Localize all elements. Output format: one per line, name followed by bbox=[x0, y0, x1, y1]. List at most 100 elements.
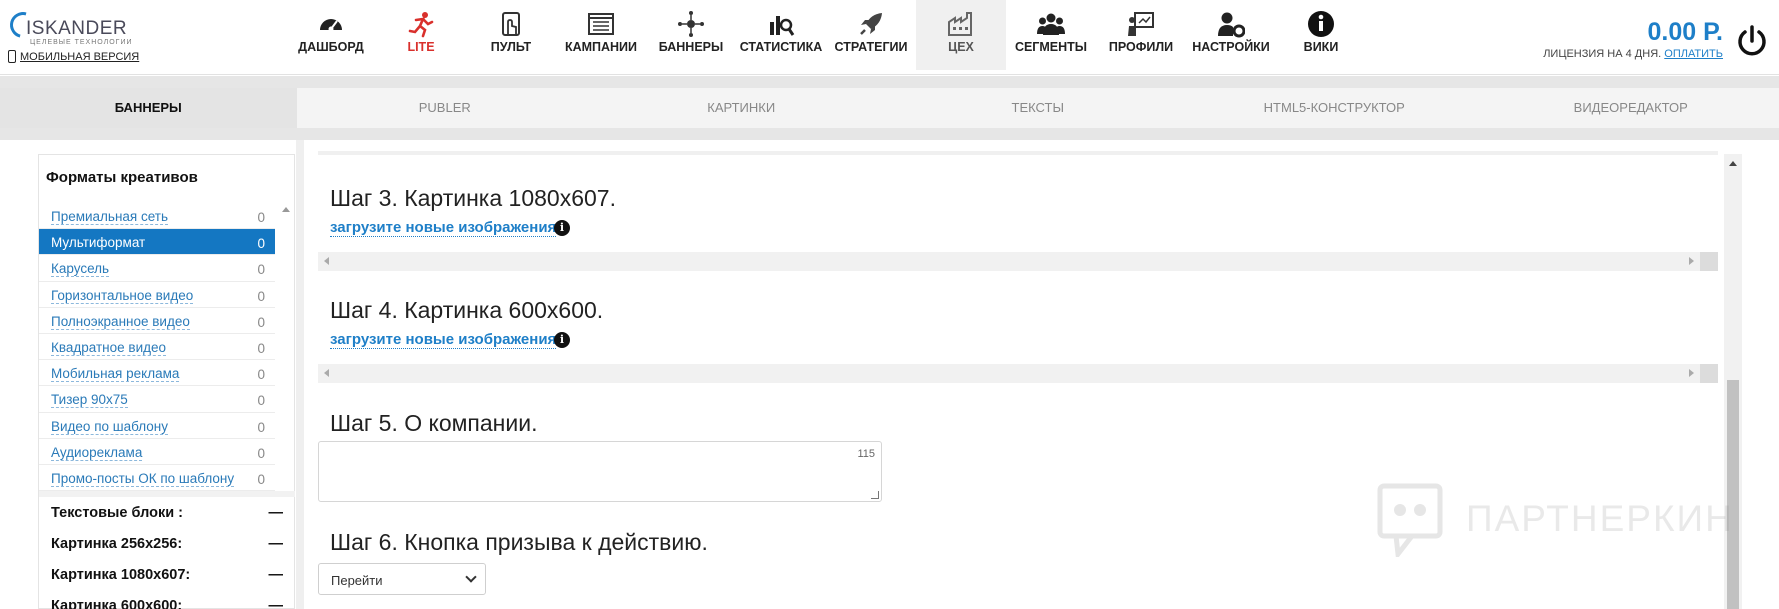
format-name: Промо-посты ОК по шаблону bbox=[51, 470, 235, 487]
pay-link[interactable]: ОПЛАТИТЬ bbox=[1664, 48, 1723, 60]
creative-formats-title: Форматы креативов bbox=[46, 169, 198, 186]
subnav-publer[interactable]: PUBLER bbox=[297, 88, 594, 128]
sub-nav: БАННЕРЫ PUBLER КАРТИНКИ ТЕКСТЫ HTML5-КОН… bbox=[0, 88, 1779, 128]
subnav-banners[interactable]: БАННЕРЫ bbox=[0, 88, 297, 128]
resize-grip-icon[interactable] bbox=[871, 491, 879, 499]
main-nav: ДАШБОРД LITE ПУЛЬТ КАМПАНИИ БАННЕРЫ СТАТ… bbox=[286, 0, 1366, 70]
chart-search-icon bbox=[770, 16, 795, 36]
format-item[interactable]: Премиальная сеть 0 bbox=[39, 203, 275, 230]
format-name: Мультиформат bbox=[51, 235, 146, 251]
stat-value: — bbox=[268, 598, 284, 609]
scroll-left-icon[interactable] bbox=[324, 369, 329, 377]
subnav-html5-builder[interactable]: HTML5-КОНСТРУКТОР bbox=[1186, 88, 1483, 128]
format-item[interactable]: Горизонтальное видео 0 bbox=[39, 282, 275, 308]
nav-strategies-label: СТРАТЕГИИ bbox=[834, 40, 908, 54]
license-text: ЛИЦЕНЗИЯ НА 4 ДНЯ. bbox=[1543, 48, 1662, 60]
char-counter: 115 bbox=[857, 448, 875, 460]
format-item[interactable]: Мобильная реклама 0 bbox=[39, 360, 275, 387]
nav-campaigns-label: КАМПАНИИ bbox=[564, 40, 638, 54]
format-count: 0 bbox=[257, 314, 265, 330]
mobile-version-label: МОБИЛЬНАЯ ВЕРСИЯ bbox=[20, 51, 140, 63]
step4-image-scroller[interactable] bbox=[318, 364, 1718, 383]
page-scrollbar[interactable] bbox=[1724, 154, 1742, 609]
format-item[interactable]: Полноэкранное видео 0 bbox=[39, 308, 275, 334]
step3-title: Шаг 3. Картинка 1080x607. bbox=[330, 185, 616, 211]
format-name: Премиальная сеть bbox=[51, 209, 169, 225]
subnav-images[interactable]: КАРТИНКИ bbox=[593, 88, 890, 128]
format-count: 0 bbox=[257, 367, 265, 383]
nav-banners-label: БАННЕРЫ bbox=[658, 40, 724, 54]
stat-label: Текстовые блоки : bbox=[51, 505, 183, 521]
info-icon[interactable]: i bbox=[554, 332, 570, 348]
step3-image-scroller[interactable] bbox=[318, 252, 1718, 271]
scroll-up-arrow-icon[interactable] bbox=[282, 207, 290, 212]
nav-dashboard[interactable]: ДАШБОРД bbox=[286, 0, 376, 70]
format-item[interactable]: Аудиореклама 0 bbox=[39, 439, 275, 465]
app-root: ISKANDER ЦЕЛЕВЫЕ ТЕХНОЛОГИИ МОБИЛЬНАЯ ВЕ… bbox=[0, 0, 1779, 609]
format-item[interactable]: Карусель 0 bbox=[39, 255, 275, 282]
nav-wiki[interactable]: ВИКИ bbox=[1276, 0, 1366, 70]
info-icon[interactable]: i bbox=[554, 220, 570, 236]
step6-title: Шаг 6. Кнопка призыва к действию. bbox=[330, 529, 708, 555]
nav-settings-label: НАСТРОЙКИ bbox=[1192, 40, 1270, 54]
nav-segments-label: СЕГМЕНТЫ bbox=[1014, 40, 1088, 54]
nav-pult[interactable]: ПУЛЬТ bbox=[466, 0, 556, 70]
chevron-down-icon bbox=[465, 571, 477, 583]
nav-statistics-label: СТАТИСТИКА bbox=[739, 40, 823, 54]
subnav-bottom-strip bbox=[0, 128, 1779, 140]
nav-pult-label: ПУЛЬТ bbox=[490, 40, 532, 54]
cta-select[interactable]: Перейти bbox=[318, 563, 486, 595]
format-count: 0 bbox=[257, 340, 265, 356]
hub-icon bbox=[678, 11, 704, 37]
watermark-text: ПАРТНЕРКИН bbox=[1466, 498, 1734, 539]
runner-icon bbox=[408, 12, 434, 38]
top-bar: ISKANDER ЦЕЛЕВЫЕ ТЕХНОЛОГИИ МОБИЛЬНАЯ ВЕ… bbox=[0, 0, 1779, 75]
logo-name: ISKANDER bbox=[26, 18, 128, 39]
scroll-left-icon[interactable] bbox=[324, 257, 329, 265]
scroll-up-arrow-icon[interactable] bbox=[1729, 161, 1737, 166]
about-company-textarea[interactable]: 115 bbox=[318, 441, 882, 502]
format-item[interactable]: Тизер 90x75 0 bbox=[39, 386, 275, 413]
format-item[interactable]: Квадратное видео 0 bbox=[39, 334, 275, 361]
scroll-thumb[interactable] bbox=[1727, 380, 1739, 609]
nav-strategies[interactable]: СТРАТЕГИИ bbox=[826, 0, 916, 70]
format-name: Горизонтальное видео bbox=[51, 287, 194, 304]
nav-lite[interactable]: LITE bbox=[376, 0, 466, 70]
nav-settings[interactable]: НАСТРОЙКИ bbox=[1186, 0, 1276, 70]
format-name: Мобильная реклама bbox=[51, 366, 180, 383]
format-count: 0 bbox=[257, 445, 265, 461]
nav-wiki-label: ВИКИ bbox=[1303, 40, 1339, 54]
mobile-version-link[interactable]: МОБИЛЬНАЯ ВЕРСИЯ bbox=[8, 50, 139, 63]
subnav-video-editor[interactable]: ВИДЕОРЕДАКТОР bbox=[1483, 88, 1779, 128]
scroll-right-icon[interactable] bbox=[1689, 257, 1694, 265]
stat-value: — bbox=[268, 536, 284, 552]
nav-tsekh[interactable]: ЦЕХ bbox=[916, 0, 1006, 70]
nav-profiles[interactable]: ПРОФИЛИ bbox=[1096, 0, 1186, 70]
nav-campaigns[interactable]: КАМПАНИИ bbox=[556, 0, 646, 70]
format-item[interactable]: Видео по шаблону 0 bbox=[39, 413, 275, 439]
format-item[interactable]: Промо-посты ОК по шаблону 0 bbox=[39, 465, 275, 492]
step4-title: Шаг 4. Картинка 600x600. bbox=[330, 297, 604, 323]
nav-segments[interactable]: СЕГМЕНТЫ bbox=[1006, 0, 1096, 70]
nav-banners[interactable]: БАННЕРЫ bbox=[646, 0, 736, 70]
format-item-selected[interactable]: Мультиформат 0 bbox=[39, 229, 275, 256]
stat-value: — bbox=[268, 567, 284, 583]
subnav-texts[interactable]: ТЕКСТЫ bbox=[890, 88, 1187, 128]
watermark-logo-icon bbox=[1377, 483, 1443, 561]
scroll-right-icon[interactable] bbox=[1689, 369, 1694, 377]
upload-images-link-step3[interactable]: загрузите новые изображения bbox=[330, 220, 557, 237]
power-icon[interactable] bbox=[1735, 24, 1769, 58]
stat-row: Картинка 256x256: — bbox=[51, 536, 283, 567]
cta-selected-value: Перейти bbox=[331, 573, 383, 588]
nav-lite-label: LITE bbox=[407, 40, 435, 54]
formats-scrollbar[interactable] bbox=[280, 205, 292, 495]
nav-statistics[interactable]: СТАТИСТИКА bbox=[736, 0, 826, 70]
panel-divider bbox=[39, 491, 295, 497]
logo-subtitle: ЦЕЛЕВЫЕ ТЕХНОЛОГИИ bbox=[30, 39, 133, 46]
creative-formats-list: Премиальная сеть 0 Мультиформат 0 Карусель… bbox=[39, 203, 275, 492]
format-count: 0 bbox=[257, 288, 265, 304]
stat-row: Текстовые блоки : — bbox=[51, 505, 283, 536]
format-name: Тизер 90x75 bbox=[51, 392, 128, 409]
stat-label: Картинка 1080x607: bbox=[51, 567, 191, 583]
upload-images-link-step4[interactable]: загрузите новые изображения bbox=[330, 332, 557, 349]
